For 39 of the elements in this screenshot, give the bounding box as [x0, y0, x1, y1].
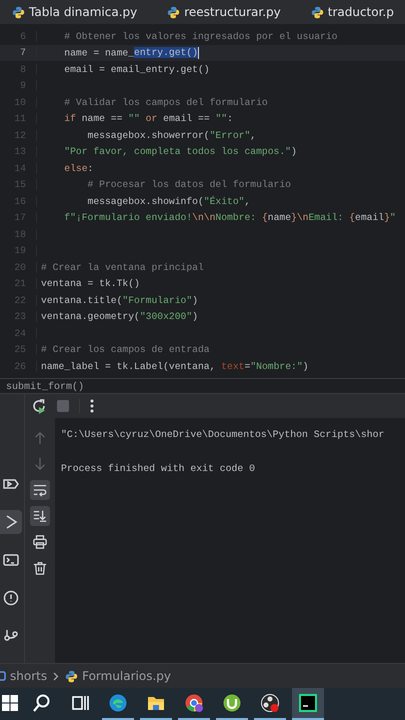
breadcrumb-item[interactable]: shorts	[0, 669, 48, 683]
code-line: email = email_entry.get()	[63, 64, 210, 75]
code-line: name_label = tk.Label(ventana, text="Nombre:")	[40, 360, 308, 372]
printer-icon[interactable]	[30, 532, 50, 552]
breadcrumb-label: Formularios.py	[82, 669, 172, 683]
python-file-icon	[65, 670, 78, 682]
code-line: f"¡Formulario enviado!\n\nNombre: {name}\nEmail: {email}"	[63, 212, 396, 224]
console-output: "C:\Users\cyruz\OneDrive\Documentos\Python Scripts\shor	[61, 428, 384, 442]
ide-app-icon[interactable]	[292, 688, 324, 720]
code-line: else:	[63, 162, 94, 174]
scope-breadcrumb[interactable]: submit_form()	[6, 382, 84, 393]
code-line: messagebox.showinfo("Éxito",	[86, 196, 250, 207]
code-line: # Validar los campos del formulario	[63, 96, 268, 108]
python-file-icon	[167, 6, 180, 18]
python-file-icon	[310, 6, 324, 18]
breadcrumb-label: shorts	[10, 669, 48, 683]
rerun-icon[interactable]	[31, 398, 47, 414]
code-line: "Por favor, completa todos los campos.")	[63, 146, 297, 158]
chevron-icon	[53, 672, 60, 680]
code-line: # Crear la ventana principal	[40, 262, 204, 273]
code-line: if name == "" or email == "":	[63, 113, 233, 124]
line-number: 7	[0, 47, 37, 58]
python-file-icon	[12, 6, 25, 18]
code-line: ventana = tk.Tk()	[40, 278, 140, 290]
code-line: messagebox.showerror("Error",	[86, 130, 256, 141]
console-output: Process finished with exit code 0	[61, 462, 256, 476]
scroll-to-end-icon[interactable]	[30, 506, 50, 526]
tab-label: traductor.p	[328, 5, 394, 19]
code-line: name = name_entry.get()	[63, 46, 199, 59]
more-options-icon[interactable]	[90, 399, 94, 413]
soft-wrap-icon[interactable]	[30, 480, 50, 500]
code-line: # Crear los campos de entrada	[40, 344, 210, 356]
file-tab[interactable]: traductor.p	[310, 5, 394, 19]
code-line: ventana.title("Formulario")	[40, 294, 198, 306]
run-icon[interactable]	[0, 510, 22, 534]
code-line: # Procesar los datos del formulario	[86, 179, 291, 190]
breadcrumb-item[interactable]: Formularios.py	[65, 669, 172, 683]
code-line: ventana.geometry("300x200")	[40, 311, 198, 322]
code-line: # Obtener los valores ingresados por el usuario	[63, 30, 338, 42]
